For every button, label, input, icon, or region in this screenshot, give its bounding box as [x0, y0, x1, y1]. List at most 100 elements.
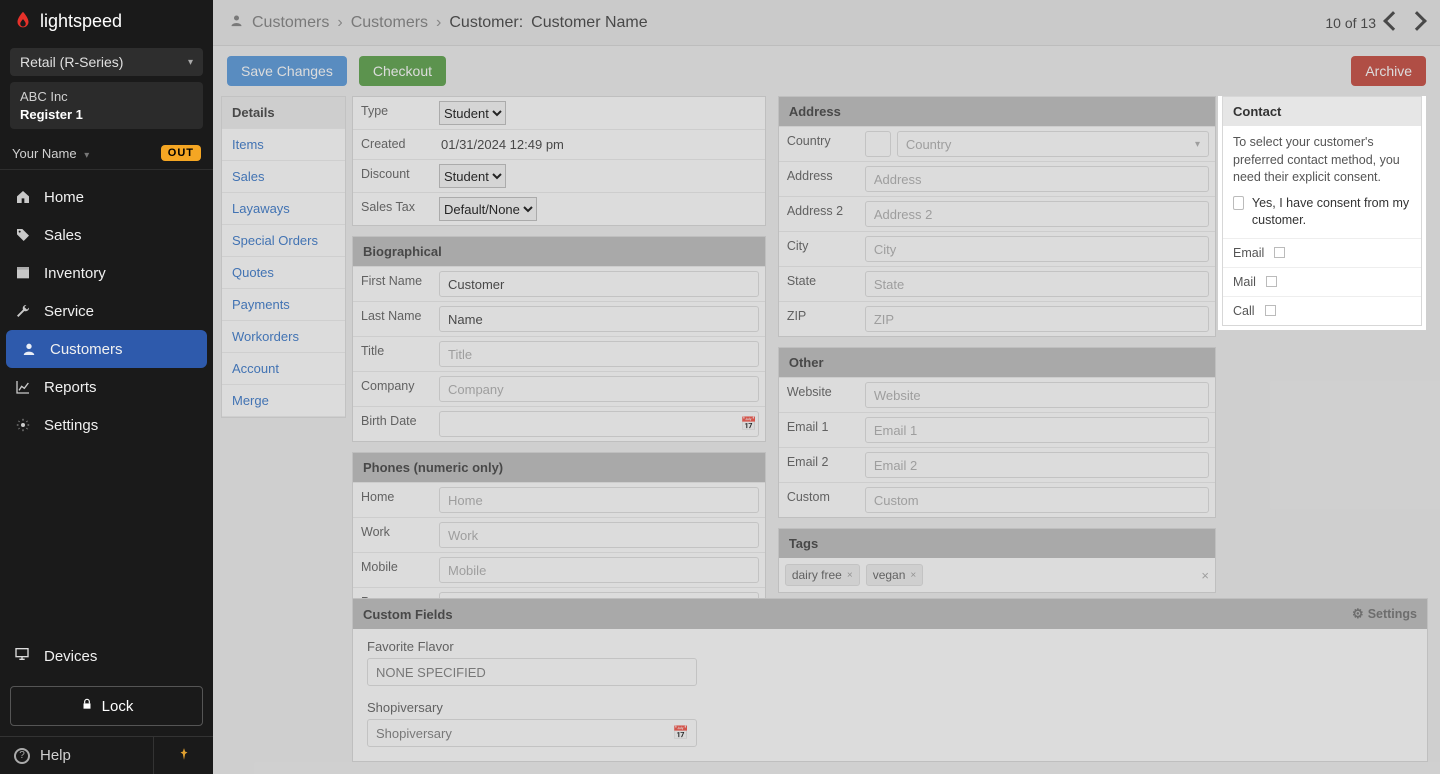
shopiversary-input[interactable] — [367, 719, 697, 747]
help-button[interactable]: ? Help — [0, 737, 153, 774]
user-name-text: Your Name — [12, 146, 77, 161]
clear-tags-icon[interactable]: × — [1201, 568, 1209, 583]
created-value: 01/31/2024 12:49 pm — [433, 130, 765, 159]
breadcrumb-3-value: Customer Name — [531, 14, 647, 32]
main-nav: Home Sales Inventory Service Customers R… — [0, 170, 213, 636]
tab-details[interactable]: Details — [222, 97, 345, 129]
archive-button[interactable]: Archive — [1351, 56, 1426, 86]
save-button[interactable]: Save Changes — [227, 56, 347, 86]
flavor-label: Favorite Flavor — [367, 639, 1413, 654]
first-name-input[interactable] — [439, 271, 759, 297]
tab-account[interactable]: Account — [222, 353, 345, 385]
birthdate-label: Birth Date — [353, 407, 433, 441]
tab-items[interactable]: Items — [222, 129, 345, 161]
register-box[interactable]: ABC Inc Register 1 — [10, 82, 203, 129]
website-input[interactable] — [865, 382, 1209, 408]
tab-layaways[interactable]: Layaways — [222, 193, 345, 225]
tags-holder[interactable]: dairy free× vegan× × — [779, 558, 1215, 592]
custom-other-label: Custom — [779, 483, 859, 517]
discount-select[interactable]: Student — [439, 164, 506, 188]
tab-payments[interactable]: Payments — [222, 289, 345, 321]
pin-button[interactable] — [153, 737, 213, 774]
checkout-button[interactable]: Checkout — [359, 56, 446, 86]
tab-quotes[interactable]: Quotes — [222, 257, 345, 289]
contact-email-row[interactable]: Email — [1223, 239, 1421, 267]
email2-input[interactable] — [865, 452, 1209, 478]
breadcrumb-1[interactable]: Customers — [252, 14, 329, 32]
tab-special-orders[interactable]: Special Orders — [222, 225, 345, 257]
zip-label: ZIP — [779, 302, 859, 336]
contact-call-row[interactable]: Call — [1223, 296, 1421, 325]
breadcrumbs: Customers › Customers › Customer: Custom… — [229, 13, 648, 33]
country-checkbox[interactable] — [865, 131, 891, 157]
type-select[interactable]: Student — [439, 101, 506, 125]
phone-home-label: Home — [353, 483, 433, 517]
pager-next[interactable] — [1410, 14, 1424, 31]
title-input[interactable] — [439, 341, 759, 367]
call-checkbox[interactable] — [1265, 305, 1276, 316]
consent-row[interactable]: Yes, I have consent from my customer. — [1233, 195, 1411, 230]
phone-home-input[interactable] — [439, 487, 759, 513]
custom-other-input[interactable] — [865, 487, 1209, 513]
pin-icon — [177, 747, 191, 764]
nav-inventory[interactable]: Inventory — [0, 254, 213, 292]
remove-tag-icon[interactable]: × — [910, 570, 916, 581]
pager-prev[interactable] — [1386, 14, 1400, 31]
addr1-input[interactable] — [865, 166, 1209, 192]
user-name: Your Name ▾ — [12, 146, 89, 161]
tab-merge[interactable]: Merge — [222, 385, 345, 417]
lock-button[interactable]: Lock — [10, 686, 203, 726]
wrench-icon — [14, 302, 32, 320]
company-input[interactable] — [439, 376, 759, 402]
tag-chip[interactable]: vegan× — [866, 564, 924, 586]
birthdate-input[interactable] — [439, 411, 759, 437]
remove-tag-icon[interactable]: × — [847, 570, 853, 581]
custom-fields-settings-link[interactable]: ⚙ Settings — [1352, 606, 1417, 622]
city-input[interactable] — [865, 236, 1209, 262]
status-badge[interactable]: OUT — [161, 145, 201, 161]
contact-mail-label: Mail — [1233, 275, 1256, 289]
last-name-label: Last Name — [353, 302, 433, 336]
custom-fields-heading: Custom Fields ⚙ Settings — [353, 599, 1427, 629]
tab-workorders[interactable]: Workorders — [222, 321, 345, 353]
salestax-select[interactable]: Default/None — [439, 197, 537, 221]
tag-chip[interactable]: dairy free× — [785, 564, 860, 586]
phone-mobile-input[interactable] — [439, 557, 759, 583]
nav-reports[interactable]: Reports — [0, 368, 213, 406]
zip-input[interactable] — [865, 306, 1209, 332]
breadcrumb-2[interactable]: Customers — [351, 14, 428, 32]
last-name-input[interactable] — [439, 306, 759, 332]
phone-work-input[interactable] — [439, 522, 759, 548]
pager: 10 of 13 — [1325, 14, 1424, 31]
nav-sales[interactable]: Sales — [0, 216, 213, 254]
email1-input[interactable] — [865, 417, 1209, 443]
tab-sales[interactable]: Sales — [222, 161, 345, 193]
nav-settings[interactable]: Settings — [0, 406, 213, 444]
calendar-icon[interactable]: 📅 — [741, 416, 757, 432]
nav-home[interactable]: Home — [0, 178, 213, 216]
contact-mail-row[interactable]: Mail — [1223, 267, 1421, 296]
country-select[interactable]: Country ▾ — [897, 131, 1209, 157]
org-name: ABC Inc — [20, 88, 193, 106]
flavor-input[interactable] — [367, 658, 697, 686]
addr2-input[interactable] — [865, 201, 1209, 227]
mail-checkbox[interactable] — [1266, 276, 1277, 287]
contact-heading: Contact — [1223, 97, 1421, 126]
created-label: Created — [353, 130, 433, 159]
calendar-icon[interactable]: 📅 — [673, 725, 689, 741]
main: Customers › Customers › Customer: Custom… — [213, 0, 1440, 774]
nav-service[interactable]: Service — [0, 292, 213, 330]
nav-devices[interactable]: Devices — [0, 636, 213, 676]
brand-logo: lightspeed — [0, 0, 213, 42]
state-input[interactable] — [865, 271, 1209, 297]
address-heading: Address — [779, 97, 1215, 126]
user-row[interactable]: Your Name ▾ OUT — [0, 137, 213, 170]
nav-customers[interactable]: Customers — [6, 330, 207, 368]
chart-icon — [14, 378, 32, 396]
email-checkbox[interactable] — [1274, 247, 1285, 258]
contact-help-text: To select your customer's preferred cont… — [1233, 134, 1411, 187]
contact-email-label: Email — [1233, 246, 1264, 260]
section-custom-fields: Custom Fields ⚙ Settings Favorite Flavor… — [352, 598, 1428, 762]
consent-checkbox[interactable] — [1233, 196, 1244, 210]
product-selector[interactable]: Retail (R-Series) ▾ — [10, 48, 203, 76]
